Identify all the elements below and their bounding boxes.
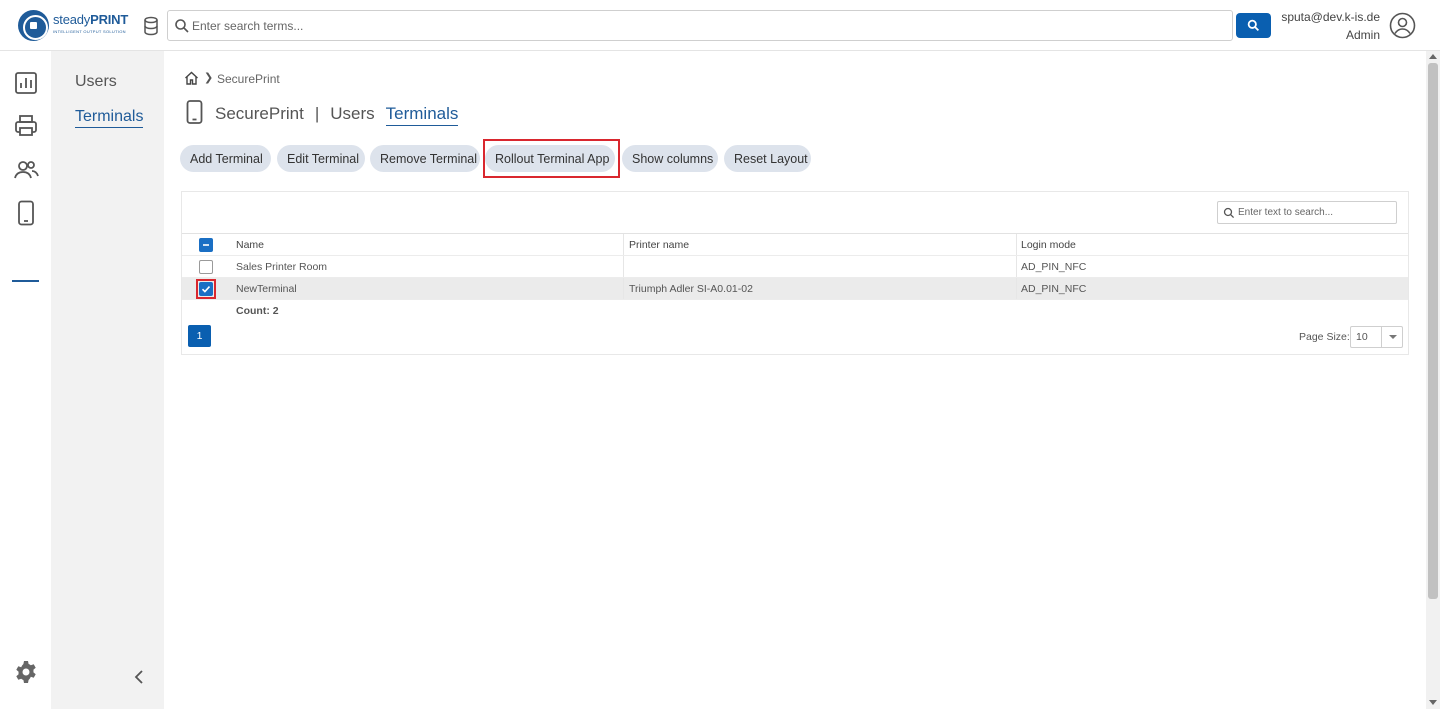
search-icon [1247,19,1260,32]
user-avatar-icon[interactable] [1389,12,1416,39]
user-role: Admin [1345,28,1380,42]
title-link-terminals[interactable]: Terminals [385,104,459,126]
title-link-secureprint[interactable]: SecurePrint [215,104,304,124]
table-row[interactable]: NewTerminal Triumph Adler SI-A0.01-02 AD… [182,277,1408,300]
column-header-printer-name[interactable]: Printer name [629,239,689,251]
scroll-up-arrow-icon[interactable] [1429,54,1437,59]
column-header-name[interactable]: Name [236,239,264,251]
breadcrumb-chevron-icon: ❯ [204,72,214,84]
phone-icon [186,100,203,124]
rail-active-indicator [12,280,39,282]
grid-header-row: Name Printer name Login mode [182,233,1408,256]
vertical-scrollbar[interactable] [1426,51,1440,709]
user-email: sputa@dev.k-is.de [1281,10,1380,24]
global-search-field[interactable] [167,10,1233,41]
search-button[interactable] [1236,13,1271,38]
reset-layout-button[interactable]: Reset Layout [724,145,811,172]
page-title: SecurePrint | Users Terminals [215,104,459,126]
steadyprint-logo[interactable]: steadyPRINT INTELLIGENT OUTPUT SOLUTION [18,10,138,42]
gear-icon[interactable] [13,659,39,685]
column-divider [623,278,624,300]
top-bar: steadyPRINT INTELLIGENT OUTPUT SOLUTION … [0,0,1440,51]
page-size-value: 10 [1356,331,1368,343]
minus-icon [203,244,209,246]
users-icon[interactable] [13,157,39,183]
icon-rail [0,51,51,709]
rollout-terminal-app-button[interactable]: Rollout Terminal App [485,145,615,172]
logo-name: steadyPRINT [53,12,129,27]
chevron-down-icon[interactable] [1381,327,1403,347]
column-header-login-mode[interactable]: Login mode [1021,239,1076,251]
cell-login-mode: AD_PIN_NFC [1021,283,1087,295]
printer-icon[interactable] [13,113,39,139]
add-terminal-button[interactable]: Add Terminal [180,145,271,172]
page-size-label: Page Size: [1299,331,1350,343]
highlight-box [196,279,216,299]
phone-icon[interactable] [13,200,39,226]
row-checkbox[interactable] [199,260,213,274]
select-all-checkbox[interactable] [199,238,213,252]
show-columns-button[interactable]: Show columns [622,145,718,172]
grid-table: Name Printer name Login mode Sales Print… [182,233,1408,321]
page-size-select[interactable]: 10 [1350,326,1403,348]
cell-printer-name: Triumph Adler SI-A0.01-02 [629,283,753,295]
main-content: ❯ SecurePrint SecurePrint | Users Terminals… [164,51,1426,709]
title-separator: | [314,104,320,123]
logo-tagline: INTELLIGENT OUTPUT SOLUTION [53,29,126,34]
grid-search-field[interactable] [1217,201,1397,224]
subnav-item-users[interactable]: Users [75,73,117,91]
collapse-chevron-left-icon[interactable] [131,668,147,686]
column-divider [623,256,624,278]
remove-terminal-button[interactable]: Remove Terminal [370,145,480,172]
column-divider [1016,278,1017,300]
terminals-grid: Name Printer name Login mode Sales Print… [181,191,1409,355]
subnav-item-terminals[interactable]: Terminals [75,108,144,128]
search-icon [1223,207,1235,219]
global-search-input[interactable] [192,11,1222,40]
cell-login-mode: AD_PIN_NFC [1021,261,1087,273]
edit-terminal-button[interactable]: Edit Terminal [277,145,365,172]
breadcrumb-current[interactable]: SecurePrint [217,72,280,86]
grid-search-input[interactable] [1238,202,1393,223]
row-count: Count: 2 [236,305,279,317]
column-divider [1016,256,1017,278]
column-divider [1016,234,1017,256]
dashboard-icon[interactable] [13,70,39,96]
scrollbar-thumb[interactable] [1428,63,1438,599]
database-icon[interactable] [142,16,160,36]
count-row: Count: 2 [182,299,1408,321]
home-icon[interactable] [184,71,199,85]
cell-name: NewTerminal [236,283,297,295]
page-button-current[interactable]: 1 [188,325,211,347]
title-link-users[interactable]: Users [330,104,374,124]
table-row[interactable]: Sales Printer Room AD_PIN_NFC [182,255,1408,278]
secondary-nav: Users Terminals [51,51,164,709]
cell-name: Sales Printer Room [236,261,328,273]
search-icon [175,19,189,33]
logo-mark-icon [18,10,49,41]
column-divider [623,234,624,256]
scroll-down-arrow-icon[interactable] [1429,700,1437,705]
